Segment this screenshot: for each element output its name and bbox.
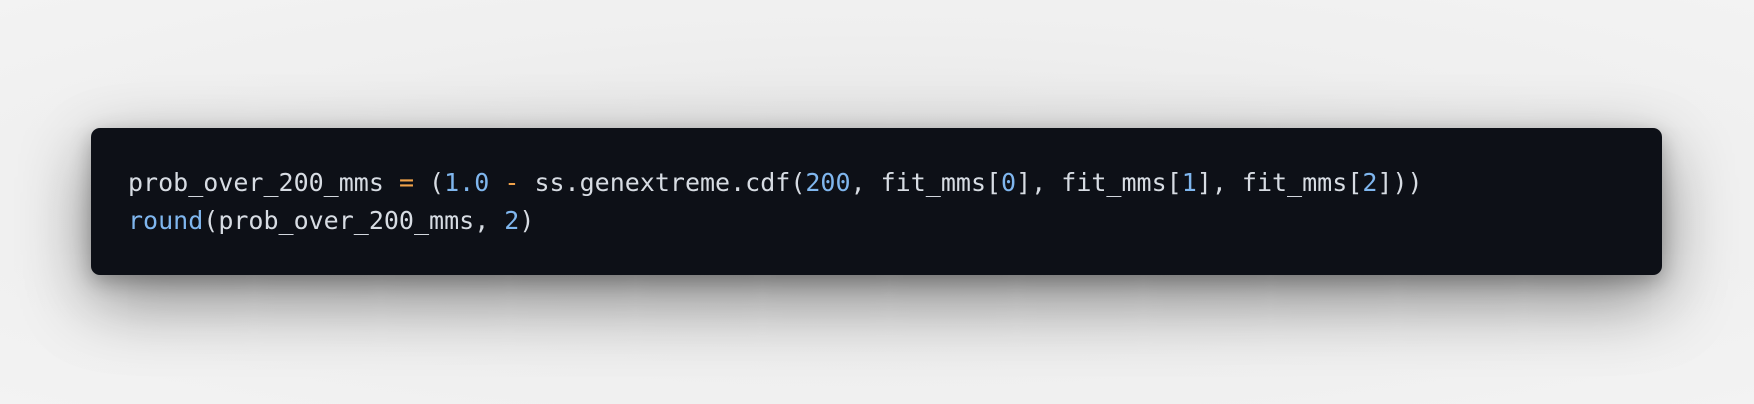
code-token-number: 0 (1001, 168, 1017, 197)
code-token-builtin: round (128, 206, 204, 235)
code-token-call: ss.genextreme.cdf( (519, 168, 806, 197)
code-token-variable: prob_over_200_mms (128, 168, 399, 197)
code-token-number: 200 (805, 168, 851, 197)
code-token-number: 2 (504, 206, 520, 235)
code-line-2: round(prob_over_200_mms, 2) (128, 202, 1625, 240)
code-token-assign-operator: = (398, 168, 414, 197)
code-token-args: (prob_over_200_mms, (203, 206, 505, 235)
code-token-args: ], fit_mms[ (1016, 168, 1182, 197)
code-token-number: 1 (1181, 168, 1197, 197)
code-token-paren: ( (414, 168, 445, 197)
code-token-args: ], fit_mms[ (1196, 168, 1363, 197)
code-block: prob_over_200_mms = (1.0 - ss.genextreme… (91, 128, 1662, 275)
code-token-close: ) (519, 206, 535, 235)
code-token-close: ])) (1377, 168, 1423, 197)
code-line-1: prob_over_200_mms = (1.0 - ss.genextreme… (128, 164, 1625, 202)
code-token-number: 1.0 (444, 168, 490, 197)
code-token-minus-operator: - (504, 168, 520, 197)
code-token-number: 2 (1362, 168, 1378, 197)
code-token-args: , fit_mms[ (850, 168, 1002, 197)
